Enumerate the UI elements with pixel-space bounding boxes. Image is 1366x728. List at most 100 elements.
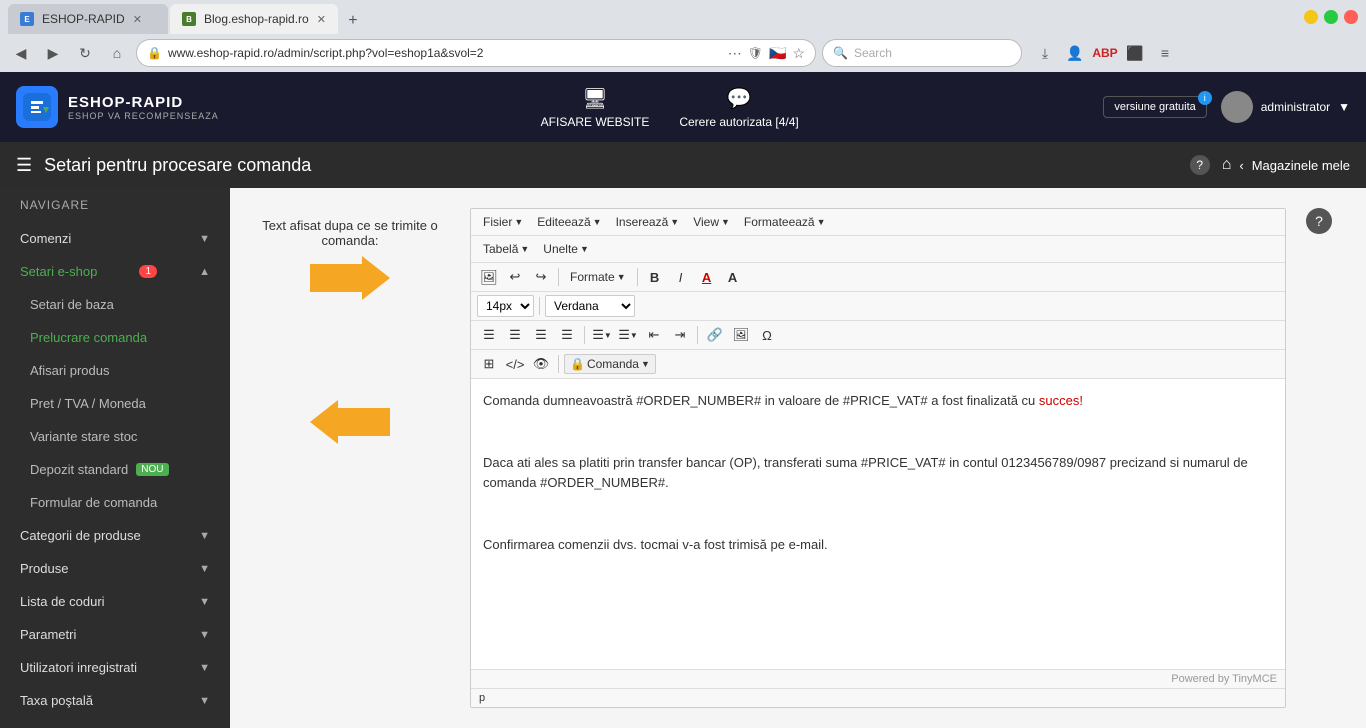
sidebar-item-categorii-produse[interactable]: Categorii de produse ▼ [0, 519, 230, 552]
chevron-icon-lista-coduri: ▼ [199, 596, 210, 608]
comanda-btn[interactable]: 🔒 Comanda ▼ [564, 354, 656, 374]
browser-window: E ESHOP-RAPID ✕ B Blog.eshop-rapid.ro ✕ … [0, 0, 1366, 728]
tab-blog[interactable]: B Blog.eshop-rapid.ro ✕ [170, 4, 338, 34]
unordered-list-btn[interactable]: ☰▼ [590, 324, 614, 346]
format-arrow: ▼ [617, 272, 626, 282]
menu-view[interactable]: View ▼ [687, 212, 736, 232]
format-select[interactable]: Formate ▼ [564, 267, 632, 287]
menu-tabela[interactable]: Tabelă ▼ [477, 239, 535, 259]
insert-image-toolbar-btn[interactable]: 🖼 [477, 266, 501, 288]
menu-fisier-label: Fisier [483, 215, 512, 229]
sidebar-item-utilizatori[interactable]: Utilizatori inregistrati ▼ [0, 651, 230, 684]
adblock-icon[interactable]: ABP [1092, 40, 1118, 66]
tinymce-menu-bar-2: Tabelă ▼ Unelte ▼ [471, 236, 1285, 263]
sidebar-item-depozit-standard[interactable]: Depozit standard NOU [0, 453, 230, 486]
bold-btn[interactable]: B [643, 266, 667, 288]
font-family-select[interactable]: Verdana [545, 295, 635, 317]
tab-close-eshop[interactable]: ✕ [133, 13, 142, 26]
maximize-button[interactable] [1324, 10, 1338, 24]
menu-icon[interactable]: ≡ [1152, 40, 1178, 66]
sidebar-item-comenzi[interactable]: Comenzi ▼ [0, 222, 230, 255]
menu-editeaza[interactable]: Editeează ▼ [531, 212, 607, 232]
home-breadcrumb-icon[interactable]: ⌂ [1222, 156, 1232, 174]
align-right-btn[interactable]: ☰ [529, 324, 553, 346]
minimize-button[interactable] [1304, 10, 1318, 24]
editeaza-arrow: ▼ [593, 217, 602, 227]
sidebar-item-exporta[interactable]: Exporta ▼ [0, 717, 230, 728]
admin-avatar [1221, 91, 1253, 123]
nav-afisare-website[interactable]: 🖥 AFISARE WEBSITE [541, 86, 650, 129]
hamburger-button[interactable]: ☰ [16, 155, 32, 176]
sidebar-label-pret-tva: Pret / TVA / Moneda [30, 396, 146, 411]
version-badge: versiune gratuita i [1103, 96, 1206, 118]
logo-sub: ESHOP VA RECOMPENSEAZA [68, 111, 219, 121]
sidebar-item-parametri[interactable]: Parametri ▼ [0, 618, 230, 651]
download-icon[interactable]: ⤓ [1032, 40, 1058, 66]
tab-eshop-rapid[interactable]: E ESHOP-RAPID ✕ [8, 4, 168, 34]
code-btn[interactable]: </> [503, 353, 527, 375]
sidebar-label-produse: Produse [20, 561, 68, 576]
sidebar-item-afisari-produs[interactable]: Afisari produs [0, 354, 230, 387]
sidebar-item-prelucrare-comanda[interactable]: Prelucrare comanda [0, 321, 230, 354]
align-center-btn[interactable]: ☰ [503, 324, 527, 346]
app-header: ESHOP-RAPID ESHOP VA RECOMPENSEAZA 🖥 AFI… [0, 72, 1366, 142]
menu-insereaza[interactable]: Inserează ▼ [610, 212, 686, 232]
tab-close-blog[interactable]: ✕ [317, 13, 326, 26]
font-color-btn[interactable]: A [695, 266, 719, 288]
sidebar-item-produse[interactable]: Produse ▼ [0, 552, 230, 585]
highlight-btn[interactable]: A [721, 266, 745, 288]
new-tab-button[interactable]: + [340, 8, 366, 34]
unelte-arrow: ▼ [580, 244, 589, 254]
sidebar-item-pret-tva[interactable]: Pret / TVA / Moneda [0, 387, 230, 420]
close-button[interactable] [1344, 10, 1358, 24]
chevron-icon-comenzi: ▼ [199, 233, 210, 245]
address-bar[interactable]: 🔒 www.eshop-rapid.ro/admin/script.php?vo… [136, 39, 816, 67]
align-justify-btn[interactable]: ☰ [555, 324, 579, 346]
preview-btn[interactable]: 👁 [529, 353, 553, 375]
forward-button[interactable]: ▶ [40, 40, 66, 66]
font-size-select[interactable]: 14px [477, 295, 534, 317]
italic-btn[interactable]: I [669, 266, 693, 288]
admin-area[interactable]: administrator ▼ [1221, 91, 1350, 123]
link-btn[interactable]: 🔗 [703, 324, 727, 346]
help-panel: ? [1306, 208, 1346, 708]
undo-btn[interactable]: ↩ [503, 266, 527, 288]
flag-icon: 🇨🇿 [769, 45, 786, 62]
user-icon[interactable]: 👤 [1062, 40, 1088, 66]
search-icon: 🔍 [833, 46, 848, 60]
sidebar-item-setari-baza[interactable]: Setari de baza [0, 288, 230, 321]
align-left-btn[interactable]: ☰ [477, 324, 501, 346]
help-circle-icon[interactable]: ? [1306, 208, 1332, 234]
home-button[interactable]: ⌂ [104, 40, 130, 66]
back-button[interactable]: ◀ [8, 40, 34, 66]
redo-btn[interactable]: ↪ [529, 266, 553, 288]
arrow-left-icon [310, 400, 390, 444]
tb-separator-5 [697, 326, 698, 344]
outdent-btn[interactable]: ⇤ [642, 324, 666, 346]
nav-cerere-autorizata[interactable]: 💬 Cerere autorizata [4/4] [679, 86, 798, 129]
star-icon[interactable]: ☆ [792, 45, 805, 62]
sidebar-item-taxa-postala[interactable]: Taxa poştală ▼ [0, 684, 230, 717]
sidebar-item-setari-eshop[interactable]: Setari e-shop 1 ▲ [0, 255, 230, 288]
sidebar-item-lista-coduri[interactable]: Lista de coduri ▼ [0, 585, 230, 618]
image-btn[interactable]: 🖼 [729, 324, 753, 346]
table-btn[interactable]: ⊞ [477, 353, 501, 375]
content-area: Text afisat dupa ce se trimite o comanda… [230, 188, 1366, 728]
indent-btn[interactable]: ⇥ [668, 324, 692, 346]
formateaza-arrow: ▼ [817, 217, 826, 227]
help-icon[interactable]: ? [1190, 155, 1210, 175]
menu-formateaza-label: Formateează [744, 215, 815, 229]
refresh-button[interactable]: ↻ [72, 40, 98, 66]
sidebar-item-variante-stare[interactable]: Variante stare stoc [0, 420, 230, 453]
sidebar-item-formular-comanda[interactable]: Formular de comanda [0, 486, 230, 519]
ordered-list-btn[interactable]: ☰▼ [616, 324, 640, 346]
editor-content-area[interactable]: Comanda dumneavoastră #ORDER_NUMBER# in … [471, 379, 1285, 669]
menu-fisier[interactable]: Fisier ▼ [477, 212, 529, 232]
menu-insereaza-label: Inserează [616, 215, 669, 229]
menu-unelte[interactable]: Unelte ▼ [537, 239, 595, 259]
extension-icon[interactable]: ⬛ [1122, 40, 1148, 66]
tb-separator-3 [539, 297, 540, 315]
search-bar[interactable]: 🔍 Search [822, 39, 1022, 67]
special-char-btn[interactable]: Ω [755, 324, 779, 346]
menu-formateaza[interactable]: Formateează ▼ [738, 212, 832, 232]
